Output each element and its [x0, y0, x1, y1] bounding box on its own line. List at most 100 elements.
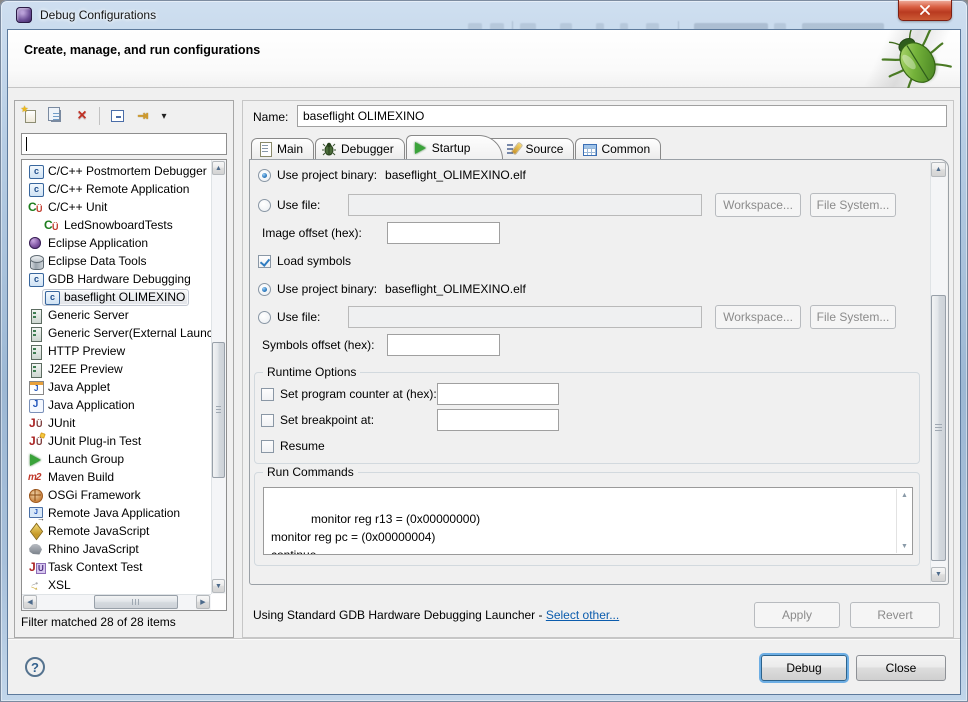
remote-js-icon — [28, 524, 44, 539]
titlebar[interactable]: Debug Configurations — [0, 0, 968, 30]
tree-item[interactable]: Generic Server(External Launch) — [22, 324, 211, 342]
resume-label: Resume — [280, 439, 325, 453]
tree-item[interactable]: Rhino JavaScript — [22, 540, 211, 558]
name-row: Name: — [243, 101, 953, 131]
symbols-file-input[interactable] — [348, 306, 702, 328]
scroll-thumb[interactable] — [212, 342, 225, 478]
tree-item[interactable]: Remote Java Application — [22, 504, 211, 522]
tree-vertical-scrollbar[interactable]: ▲ ▼ — [211, 160, 226, 594]
filter-configurations-input[interactable] — [21, 133, 227, 155]
revert-button[interactable]: Revert — [850, 602, 940, 628]
tree-item[interactable]: J2EE Preview — [22, 360, 211, 378]
use-project-binary-radio[interactable] — [258, 169, 271, 182]
c-app-icon — [28, 182, 44, 197]
scroll-up-button[interactable]: ▲ — [931, 162, 946, 177]
tree-item[interactable]: LedSnowboardTests — [22, 216, 211, 234]
scroll-thumb[interactable] — [931, 295, 946, 561]
load-symbols-checkbox[interactable] — [258, 255, 271, 268]
tree-item[interactable]: Maven Build — [22, 468, 211, 486]
tree-item[interactable]: Java Applet — [22, 378, 211, 396]
set-program-counter-checkbox[interactable] — [261, 388, 274, 401]
bug-icon — [322, 142, 336, 156]
image-offset-input[interactable] — [387, 222, 500, 244]
symbols-filesystem-button[interactable]: File System... — [810, 305, 896, 329]
scroll-left-button[interactable]: ◀ — [23, 595, 37, 609]
image-filesystem-button[interactable]: File System... — [810, 193, 896, 217]
use-file-radio[interactable] — [258, 199, 271, 212]
tree-item[interactable]: HTTP Preview — [22, 342, 211, 360]
tree-item[interactable]: Eclipse Application — [22, 234, 211, 252]
set-breakpoint-input[interactable] — [437, 409, 559, 431]
tree-item-box: Remote Java Application — [26, 505, 184, 522]
tree-item[interactable]: Launch Group — [22, 450, 211, 468]
tree-horizontal-scrollbar[interactable]: ◀ ▶ — [22, 594, 211, 610]
close-window-button[interactable] — [898, 0, 952, 21]
scroll-down-button[interactable]: ▼ — [931, 567, 946, 582]
tab-common[interactable]: Common — [575, 138, 661, 159]
apply-button[interactable]: Apply — [754, 602, 840, 628]
resume-checkbox[interactable] — [261, 440, 274, 453]
tab-main[interactable]: Main — [251, 138, 314, 159]
c-app-icon — [28, 164, 44, 179]
java-applet-icon — [28, 380, 44, 395]
tree-item[interactable]: JUnit Plug-in Test — [22, 432, 211, 450]
close-button[interactable]: Close — [856, 655, 946, 681]
help-button[interactable]: ? — [25, 657, 45, 677]
collapse-all-icon — [111, 110, 124, 122]
tree-item[interactable]: GDB Hardware Debugging — [22, 270, 211, 288]
content-vertical-scrollbar[interactable]: ▲ ▼ — [930, 161, 947, 583]
tree-item-box: HTTP Preview — [26, 343, 129, 360]
tree-item-label: XSL — [48, 578, 71, 592]
symbols-offset-input[interactable] — [387, 334, 500, 356]
tree-item-box: Generic Server(External Launch) — [26, 325, 227, 342]
name-input[interactable] — [297, 105, 947, 127]
image-workspace-button[interactable]: Workspace... — [715, 193, 801, 217]
select-other-link[interactable]: Select other... — [546, 608, 619, 622]
tree-item-label: Launch Group — [48, 452, 124, 466]
filter-menu-button[interactable]: ▾ — [158, 105, 170, 127]
debug-button[interactable]: Debug — [761, 655, 847, 681]
tree-item[interactable]: C/C++ Unit — [22, 198, 211, 216]
tree-item[interactable]: OSGi Framework — [22, 486, 211, 504]
delete-config-button[interactable]: × — [71, 105, 93, 127]
set-program-counter-input[interactable] — [437, 383, 559, 405]
rhino-icon — [28, 542, 44, 557]
tab-startup[interactable]: Startup — [406, 135, 504, 159]
use-file-label: Use file: — [277, 198, 320, 212]
symbols-project-binary-value: baseflight_OLIMEXINO.elf — [385, 282, 526, 296]
tree-item[interactable]: Task Context Test — [22, 558, 211, 576]
image-offset-row: Image offset (hex): — [262, 226, 362, 240]
symbols-workspace-button[interactable]: Workspace... — [715, 305, 801, 329]
run-commands-scrollbar[interactable]: ▲ ▼ — [896, 489, 911, 553]
run-commands-textarea[interactable]: monitor reg r13 = (0x00000000) monitor r… — [263, 487, 913, 555]
symbols-use-file-radio[interactable] — [258, 311, 271, 324]
tree-item[interactable]: Generic Server — [22, 306, 211, 324]
scroll-right-button[interactable]: ▶ — [196, 595, 210, 609]
tree-item[interactable]: JUnit — [22, 414, 211, 432]
scroll-down-button[interactable]: ▼ — [212, 579, 225, 593]
tree-item[interactable]: Remote JavaScript — [22, 522, 211, 540]
tree-item-label: OSGi Framework — [48, 488, 141, 502]
tab-debugger[interactable]: Debugger — [315, 138, 405, 159]
tree-item[interactable]: Eclipse Data Tools — [22, 252, 211, 270]
tree-item[interactable]: XSL — [22, 576, 211, 594]
scroll-up-button[interactable]: ▲ — [212, 161, 225, 175]
tree-item[interactable]: C/C++ Remote Application — [22, 180, 211, 198]
collapse-all-button[interactable] — [106, 105, 128, 127]
eclipse-app-icon — [28, 236, 44, 251]
duplicate-config-button[interactable] — [45, 105, 67, 127]
new-config-button[interactable] — [19, 105, 41, 127]
image-file-input[interactable] — [348, 194, 702, 216]
filter-configs-button[interactable]: ⇥ — [132, 105, 154, 127]
tree-item[interactable]: baseflight OLIMEXINO — [22, 288, 211, 306]
scroll-thumb[interactable] — [94, 595, 178, 609]
symbols-use-project-binary-radio[interactable] — [258, 283, 271, 296]
dialog-icon — [16, 7, 32, 23]
set-breakpoint-checkbox[interactable] — [261, 414, 274, 427]
debug-beetle-icon — [880, 30, 952, 88]
tree-item[interactable]: C/C++ Postmortem Debugger — [22, 162, 211, 180]
scroll-down-button[interactable]: ▼ — [899, 541, 910, 552]
tree-item[interactable]: Java Application — [22, 396, 211, 414]
text-caret — [26, 137, 27, 151]
scroll-up-button[interactable]: ▲ — [899, 490, 910, 501]
